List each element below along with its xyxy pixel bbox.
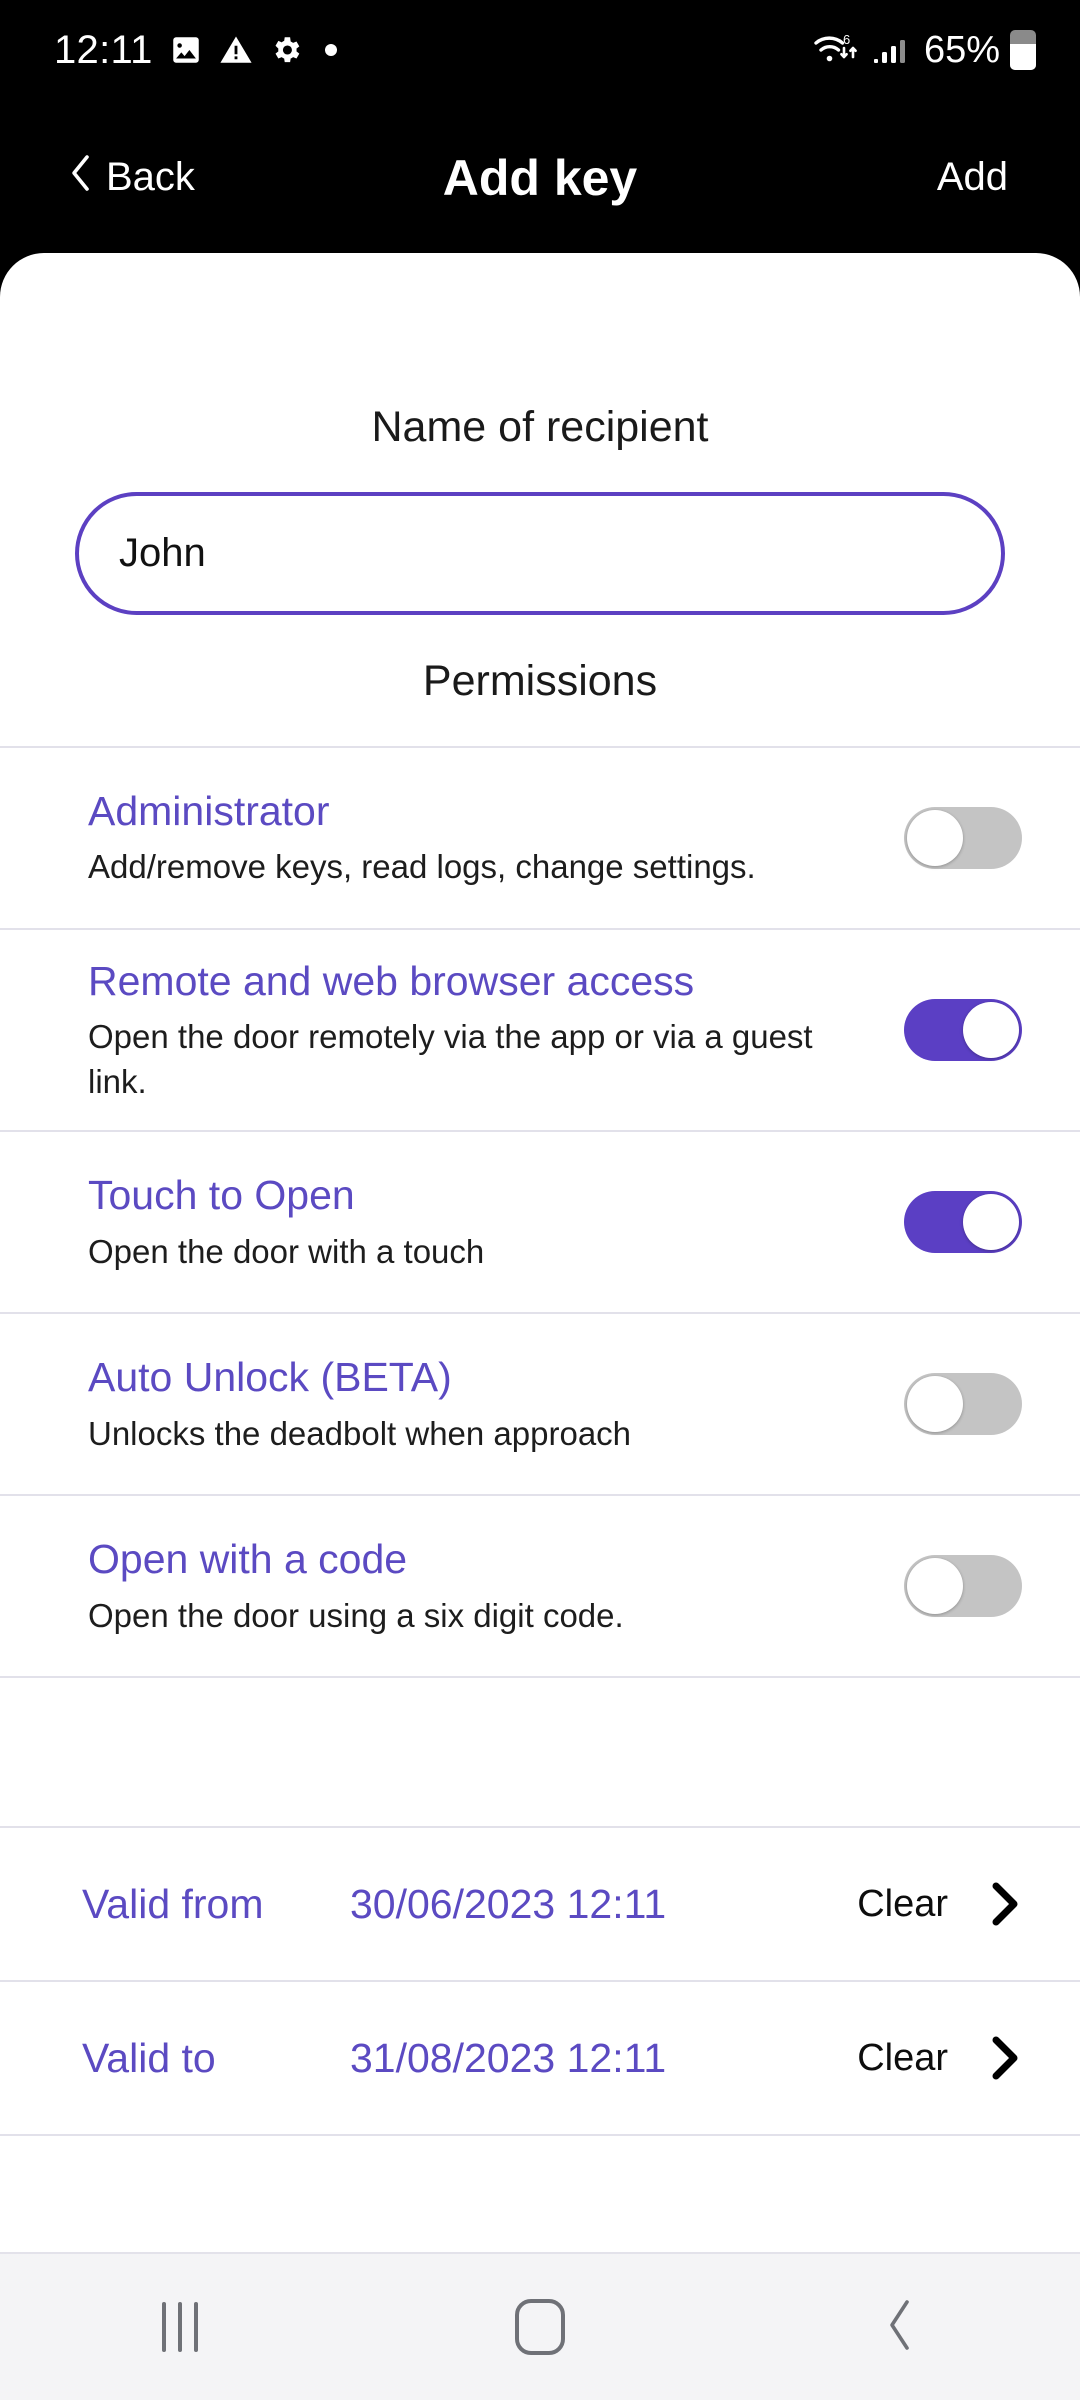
name-field-label: Name of recipient [371,403,709,451]
permission-toggle-administrator[interactable] [904,807,1022,869]
phone-screen: 12:11 6 65% Back Add key Add Name of rec… [0,0,1080,2400]
permission-toggle-remote-access[interactable] [904,999,1022,1062]
toggle-knob [907,1376,963,1433]
chevron-right-icon[interactable] [988,2035,1022,2081]
valid-from-value[interactable]: 30/06/2023 12:11 [350,1881,857,1928]
valid-from-clear-button[interactable]: Clear [857,1883,948,1926]
battery-icon [1010,30,1036,70]
chevron-right-icon[interactable] [988,1881,1022,1927]
permission-description: Open the door with a touch [88,1232,485,1270]
image-icon [169,33,203,67]
permission-toggle-auto-unlock[interactable] [904,1373,1022,1436]
cellular-signal-icon [872,32,908,68]
permission-title: Auto Unlock (BETA) [88,1354,452,1401]
permission-row-auto-unlock[interactable]: Auto Unlock (BETA) Unlocks the deadbolt … [0,1314,1080,1494]
valid-to-label: Valid to [82,2034,216,2081]
recents-icon [162,2302,198,2352]
system-navigation-bar [0,2252,1080,2400]
valid-from-row[interactable]: Valid from 30/06/2023 12:11 Clear [0,1828,1080,1980]
permission-description: Open the door using a six digit code. [88,1596,624,1634]
permission-title: Remote and web browser access [88,958,695,1004]
permission-text: Touch to Open Open the door with a touch [88,1170,904,1274]
battery-percent: 65% [923,29,1000,71]
permission-description: Open the door remotely via the app or vi… [88,1018,813,1100]
status-bar-right: 6 65% [810,28,1036,72]
system-back-button[interactable] [790,2254,1010,2400]
home-icon [515,2299,565,2355]
app-header: Back Add key Add [0,100,1080,255]
permission-text: Auto Unlock (BETA) Unlocks the deadbolt … [88,1352,904,1456]
permission-title: Touch to Open [88,1172,355,1219]
permission-row-administrator[interactable]: Administrator Add/remove keys, read logs… [0,748,1080,928]
valid-to-row[interactable]: Valid to 31/08/2023 12:11 Clear [0,1982,1080,2134]
permission-toggle-touch-to-open[interactable] [904,1191,1022,1254]
add-button[interactable]: Add [937,155,1008,200]
recents-button[interactable] [70,2254,290,2400]
back-button-label: Back [106,155,195,199]
permission-row-remote-access[interactable]: Remote and web browser access Open the d… [0,930,1080,1130]
name-input-container [0,452,1080,615]
divider [0,2134,1080,2137]
permission-row-touch-to-open[interactable]: Touch to Open Open the door with a touch [0,1132,1080,1312]
status-clock: 12:11 [54,28,153,72]
dot-icon [324,44,337,56]
permission-description: Unlocks the deadbolt when approach [88,1414,632,1452]
home-button[interactable] [430,2254,650,2400]
permission-row-open-with-code[interactable]: Open with a code Open the door using a s… [0,1496,1080,1676]
permission-title: Open with a code [88,1536,408,1583]
chevron-left-icon [70,154,92,202]
valid-from-label: Valid from [82,1880,264,1927]
gear-icon [269,33,303,67]
toggle-knob [963,1194,1019,1251]
valid-to-value[interactable]: 31/08/2023 12:11 [350,2035,857,2082]
status-bar: 12:11 6 65% [0,0,1080,100]
toggle-knob [907,1558,963,1615]
content-sheet: Name of recipient Permissions Administra… [0,253,1080,2253]
permission-title: Administrator [88,788,330,835]
spacer-row [0,1678,1080,1826]
permission-toggle-open-with-code[interactable] [904,1555,1022,1618]
permissions-section-title: Permissions [422,657,658,705]
permission-text: Remote and web browser access Open the d… [88,956,904,1104]
svg-text:6: 6 [843,32,850,47]
back-button[interactable]: Back [70,154,195,202]
toggle-knob [963,1002,1019,1059]
back-icon [885,2298,915,2357]
permission-text: Administrator Add/remove keys, read logs… [88,786,904,890]
status-bar-left: 12:11 [54,30,337,70]
wifi-6-icon: 6 [810,28,862,72]
permission-text: Open with a code Open the door using a s… [88,1534,904,1638]
permission-description: Add/remove keys, read logs, change setti… [88,848,756,886]
valid-to-clear-button[interactable]: Clear [857,2037,948,2080]
toggle-knob [907,810,963,866]
warning-triangle-icon [219,33,253,67]
recipient-name-input[interactable] [75,492,1005,615]
